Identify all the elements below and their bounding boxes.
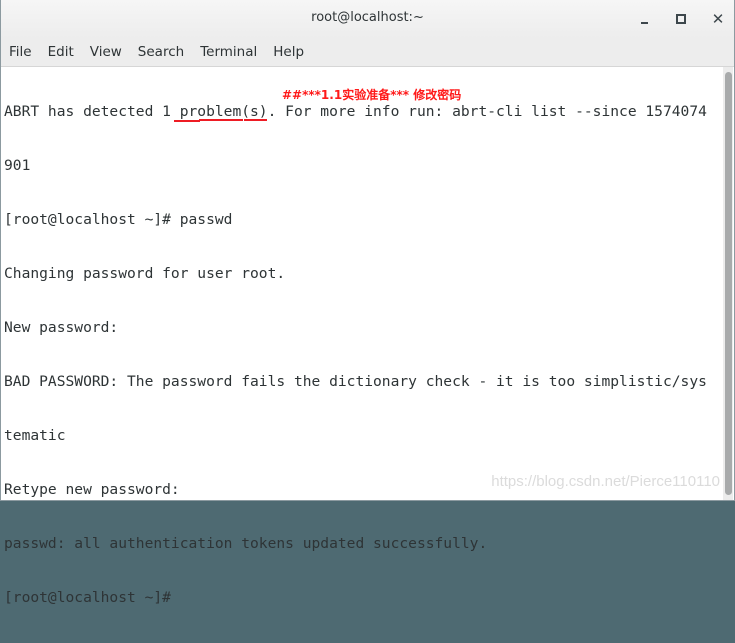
terminal-output[interactable]: ABRT has detected 1 problem(s). For more… (1, 67, 726, 606)
maximize-button[interactable] (671, 9, 691, 29)
annotation-underline (244, 119, 267, 121)
terminal-line: ABRT has detected 1 problem(s). For more… (4, 103, 707, 120)
minimize-button[interactable] (634, 9, 654, 29)
menu-bar: File Edit View Search Terminal Help (1, 38, 734, 67)
terminal-line: tematic (4, 427, 66, 444)
terminal-prompt: [root@localhost ~]# (4, 589, 171, 606)
menu-file[interactable]: File (9, 44, 32, 60)
menu-view[interactable]: View (90, 44, 122, 60)
annotation-underline (174, 120, 200, 122)
terminal-line: Changing password for user root. (4, 265, 286, 282)
scrollbar-thumb[interactable] (725, 72, 732, 495)
terminal-line: BAD PASSWORD: The password fails the dic… (4, 373, 707, 390)
terminal-line: 901 (4, 157, 31, 174)
menu-help[interactable]: Help (273, 44, 304, 60)
annotation-underline (199, 119, 243, 121)
menu-edit[interactable]: Edit (48, 44, 74, 60)
close-icon: ✕ (711, 9, 725, 28)
terminal-line: passwd: all authentication tokens update… (4, 535, 488, 552)
menu-terminal[interactable]: Terminal (200, 44, 257, 60)
title-bar[interactable]: root@localhost:~ ✕ (1, 0, 734, 38)
vertical-scrollbar[interactable] (723, 67, 733, 500)
menu-search[interactable]: Search (138, 44, 184, 60)
terminal-line: New password: (4, 319, 119, 336)
terminal-line: [root@localhost ~]# passwd (4, 211, 233, 228)
window-title: root@localhost:~ (311, 10, 424, 25)
close-button[interactable]: ✕ (708, 9, 728, 29)
red-annotation: ##***1.1实验准备*** 修改密码 (282, 88, 462, 102)
maximize-icon (676, 14, 686, 24)
terminal-window: root@localhost:~ ✕ File Edit View Search… (0, 0, 735, 606)
watermark: https://blog.csdn.net/Pierce110110 (491, 473, 720, 490)
minimize-icon (640, 22, 648, 24)
